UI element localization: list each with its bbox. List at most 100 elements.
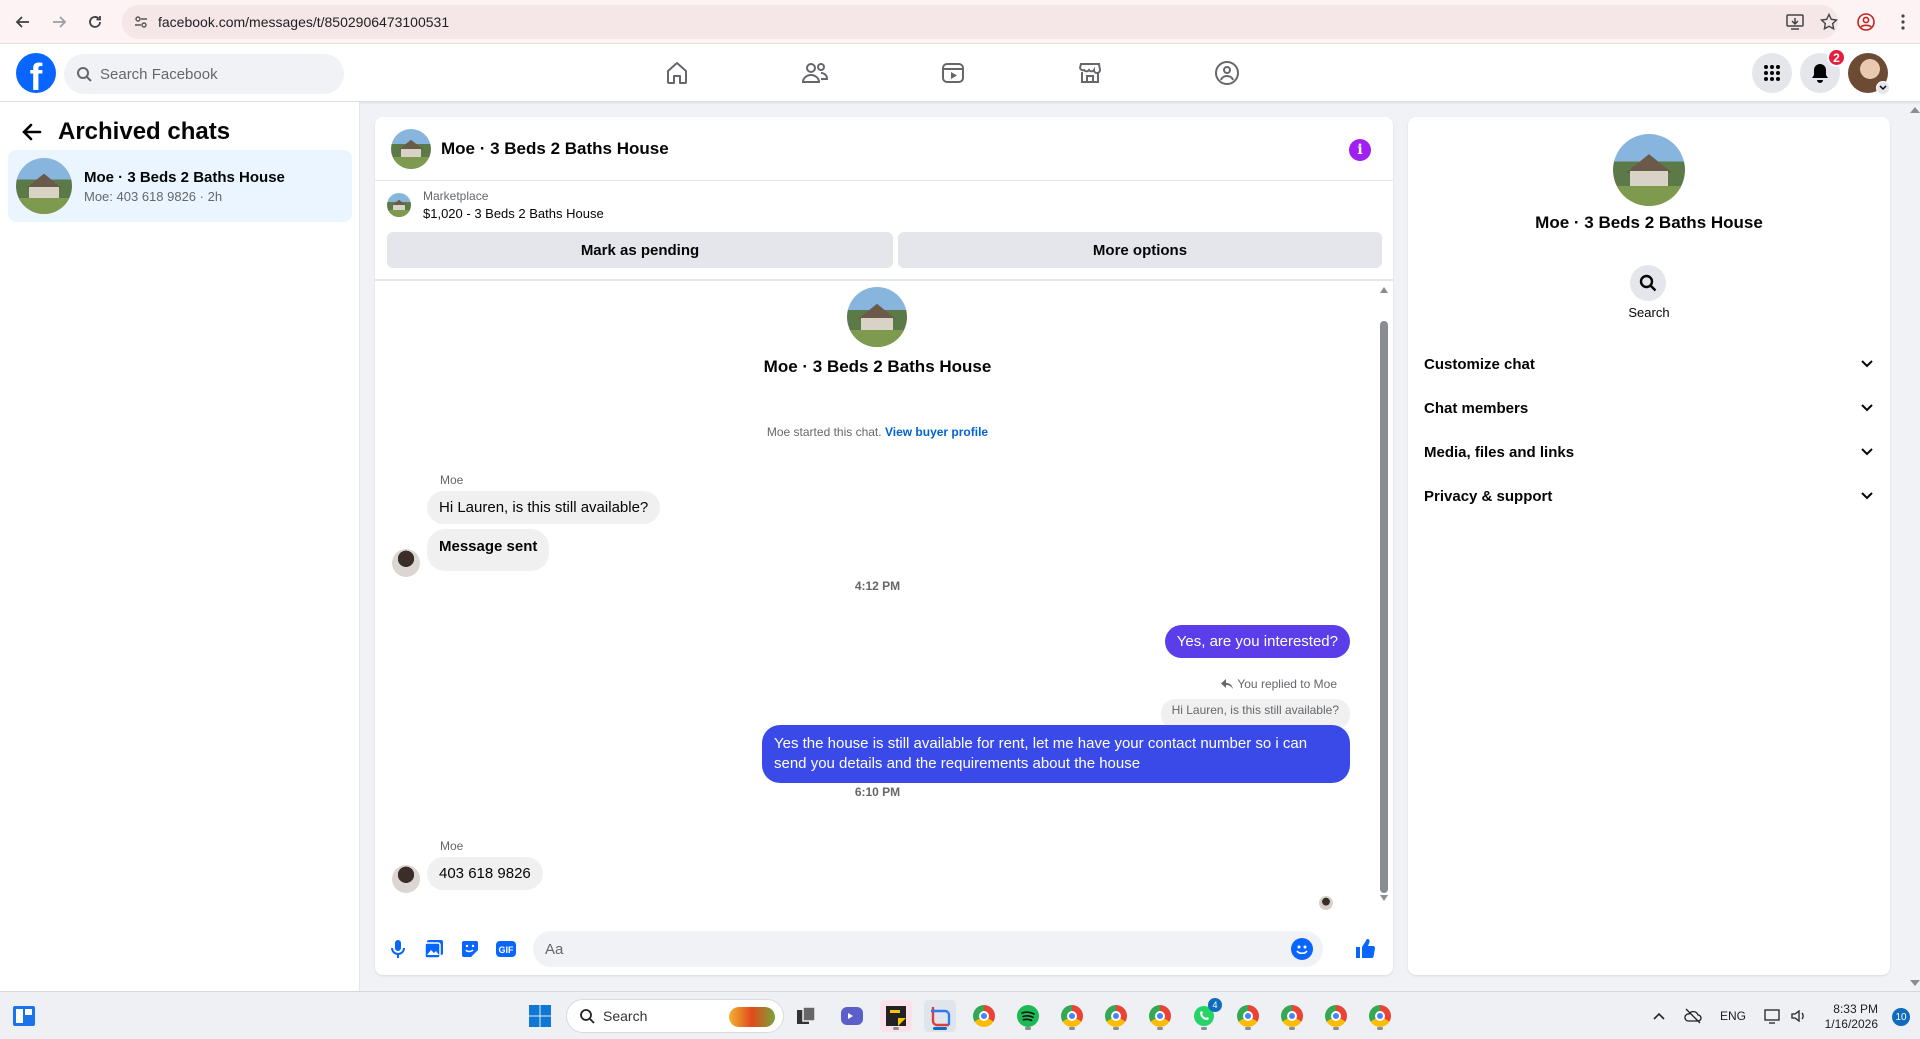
windows-taskbar: Search 4 ENG 8:33 PM 1/16/2026 10	[0, 991, 1920, 1039]
network-icon[interactable]	[1764, 1008, 1782, 1024]
whatsapp-icon[interactable]: 4	[1188, 998, 1222, 1032]
site-settings-icon[interactable]	[134, 15, 148, 29]
message-composer: GIF Aa	[375, 923, 1393, 975]
sender-avatar[interactable]	[392, 549, 420, 577]
nav-home[interactable]	[622, 44, 732, 102]
reload-icon[interactable]	[78, 5, 112, 39]
nav-groups[interactable]	[1172, 44, 1282, 102]
scroll-down-icon[interactable]	[1380, 895, 1388, 901]
emoji-icon[interactable]	[1291, 938, 1313, 960]
friends-icon	[801, 63, 829, 83]
notifications-button[interactable]: 2	[1800, 48, 1846, 93]
chat-list-item[interactable]: Moe · 3 Beds 2 Baths House Moe: 403 618 …	[8, 150, 352, 222]
chrome-profile-icon[interactable]	[1232, 1000, 1264, 1032]
microphone-icon[interactable]	[380, 931, 416, 967]
chevron-up-icon[interactable]	[1652, 1011, 1666, 1021]
chrome-profile-icon[interactable]	[1276, 1000, 1308, 1032]
nav-friends[interactable]	[760, 44, 870, 102]
chevron-down-icon	[1861, 448, 1873, 456]
scroll-down-icon[interactable]	[1909, 979, 1920, 987]
notification-center-badge[interactable]: 10	[1892, 1008, 1910, 1026]
incoming-message[interactable]: Hi Lauren, is this still available?	[427, 491, 661, 524]
message-scrollbar[interactable]	[1377, 281, 1391, 913]
search-highlight-icon	[729, 1007, 775, 1027]
thumbs-up-icon[interactable]	[1347, 931, 1383, 967]
widgets-icon[interactable]	[8, 1000, 40, 1032]
conversation-avatar[interactable]	[391, 128, 431, 169]
profile-icon[interactable]	[1846, 5, 1886, 39]
scroll-up-icon[interactable]	[1380, 287, 1388, 293]
bookmark-star-icon[interactable]	[1812, 5, 1846, 39]
search-icon	[580, 1009, 595, 1024]
back-arrow-icon[interactable]	[6, 5, 40, 39]
browser-toolbar: facebook.com/messages/t/8502906473100531	[0, 0, 1920, 44]
reply-note: You replied to Moe	[1221, 677, 1337, 691]
outgoing-message[interactable]: Yes, are you interested?	[1164, 625, 1350, 658]
incoming-message[interactable]: 403 618 9826	[427, 857, 543, 890]
sender-avatar[interactable]	[392, 865, 420, 893]
scroll-up-icon[interactable]	[1909, 106, 1920, 114]
outgoing-message[interactable]: Yes the house is still available for ren…	[762, 725, 1350, 783]
chrome-profile-icon[interactable]	[1320, 1000, 1352, 1032]
forward-arrow-icon[interactable]	[42, 5, 76, 39]
volume-icon[interactable]	[1790, 1008, 1808, 1024]
timestamp: 6:10 PM	[854, 785, 901, 799]
chat-members-section[interactable]: Chat members	[1424, 386, 1874, 430]
scroll-thumb[interactable]	[1380, 321, 1388, 893]
task-view-icon[interactable]	[790, 1000, 822, 1032]
intro-name: Moe · 3 Beds 2 Baths House	[763, 357, 992, 376]
privacy-support-section[interactable]: Privacy & support	[1424, 474, 1874, 518]
teams-icon[interactable]	[836, 1000, 868, 1032]
details-name[interactable]: Moe · 3 Beds 2 Baths House	[1408, 213, 1890, 233]
chats-sidebar: Archived chats Moe · 3 Beds 2 Baths Hous…	[0, 102, 360, 991]
sticker-icon[interactable]	[452, 931, 488, 967]
incoming-message[interactable]: Message sent	[427, 529, 550, 571]
page-scrollbar[interactable]	[1908, 102, 1920, 991]
cloud-offline-icon[interactable]	[1684, 1008, 1702, 1024]
spotify-icon[interactable]	[1012, 1000, 1044, 1032]
mark-as-pending-button[interactable]: Mark as pending	[387, 232, 893, 268]
facebook-logo-icon[interactable]: f	[16, 53, 56, 93]
chrome-profile-icon[interactable]	[1364, 1000, 1396, 1032]
nav-marketplace[interactable]	[1035, 44, 1145, 102]
chrome-icon[interactable]	[968, 1000, 1000, 1032]
url-text[interactable]: facebook.com/messages/t/8502906473100531	[158, 14, 449, 30]
info-icon[interactable]: i	[1349, 139, 1371, 161]
browser-menu-icon[interactable]	[1886, 5, 1920, 39]
search-facebook-input[interactable]: Search Facebook	[64, 54, 344, 94]
chrome-profile-icon[interactable]	[1056, 1000, 1088, 1032]
chrome-profile-icon[interactable]	[1144, 1000, 1176, 1032]
gif-icon[interactable]: GIF	[488, 931, 524, 967]
search-placeholder: Search Facebook	[100, 65, 218, 83]
photo-icon[interactable]	[416, 931, 452, 967]
chevron-down-icon	[1861, 492, 1873, 500]
intro-avatar[interactable]	[847, 287, 907, 347]
chevron-down-icon	[1876, 81, 1890, 95]
clock[interactable]: 8:33 PM 1/16/2026	[1825, 1002, 1878, 1032]
more-options-button[interactable]: More options	[898, 232, 1382, 268]
chrome-profile-icon[interactable]	[1100, 1000, 1132, 1032]
media-files-links-section[interactable]: Media, files and links	[1424, 430, 1874, 474]
windows-start-icon[interactable]	[524, 1000, 556, 1032]
conversation-panel: Moe · 3 Beds 2 Baths House i Marketplace…	[375, 117, 1393, 975]
search-in-conversation-button[interactable]	[1630, 265, 1666, 301]
nav-video[interactable]	[898, 44, 1008, 102]
taskbar-search[interactable]: Search	[566, 999, 784, 1033]
view-buyer-profile-link[interactable]: View buyer profile	[885, 425, 988, 439]
reply-icon	[1221, 679, 1234, 689]
details-avatar[interactable]	[1613, 134, 1685, 206]
back-arrow-icon[interactable]	[20, 120, 44, 144]
conversation-title[interactable]: Moe · 3 Beds 2 Baths House	[441, 139, 669, 159]
address-bar[interactable]: facebook.com/messages/t/8502906473100531	[122, 4, 1838, 39]
groups-icon	[1215, 61, 1239, 85]
account-avatar[interactable]	[1848, 53, 1890, 95]
message-list: Moe · 3 Beds 2 Baths House Moe started t…	[375, 281, 1375, 921]
customize-chat-section[interactable]: Customize chat	[1424, 342, 1874, 386]
menu-grid-button[interactable]	[1752, 53, 1792, 93]
language-indicator[interactable]: ENG	[1720, 1009, 1746, 1023]
message-input[interactable]: Aa	[533, 931, 1323, 967]
snipping-tool-icon[interactable]	[924, 1000, 956, 1032]
marketplace-listing[interactable]: Marketplace $1,020 - 3 Beds 2 Baths Hous…	[387, 189, 604, 221]
sticky-notes-icon[interactable]	[880, 1000, 912, 1032]
install-app-icon[interactable]	[1778, 5, 1812, 39]
